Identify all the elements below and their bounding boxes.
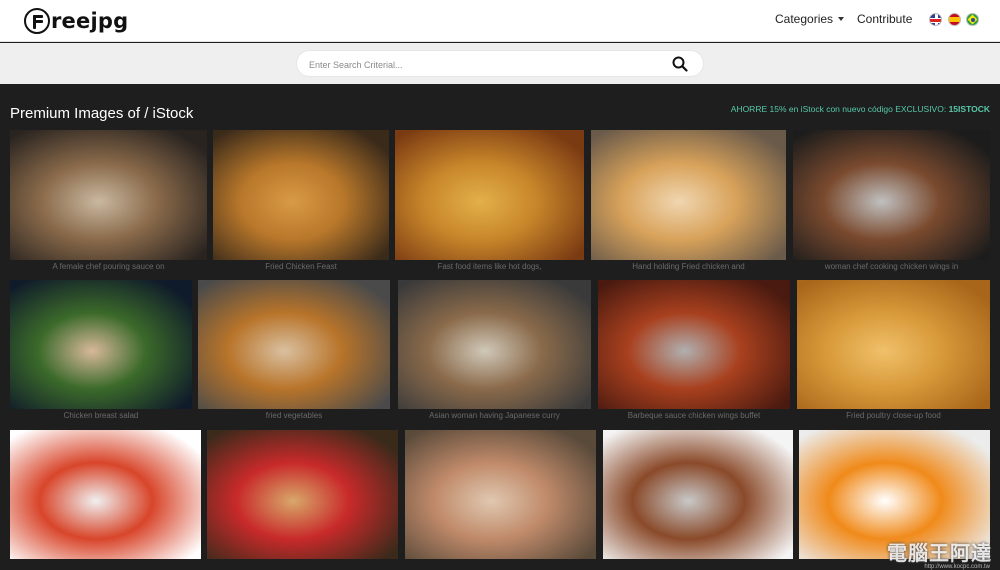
site-logo[interactable]: reejpg — [24, 7, 128, 35]
spain-flag-icon[interactable] — [948, 13, 961, 26]
image-thumbnail[interactable] — [10, 430, 201, 559]
watermark-url: http://www.kocpc.com.tw — [924, 564, 990, 570]
nav-categories-label: Categories — [775, 12, 834, 26]
image-thumbnail[interactable] — [398, 280, 591, 409]
uk-flag-icon[interactable] — [929, 13, 942, 26]
image-caption[interactable]: A female chef pouring sauce on — [10, 262, 207, 271]
image-thumbnail[interactable] — [198, 280, 390, 409]
image-thumbnail[interactable] — [207, 430, 398, 559]
search-bar — [0, 43, 1000, 84]
image-caption[interactable]: Barbeque sauce chicken wings buffet — [598, 411, 790, 420]
caret-down-icon — [838, 17, 845, 21]
promo-code: 15ISTOCK — [948, 104, 990, 114]
image-thumbnail[interactable] — [598, 280, 790, 409]
brazil-flag-icon[interactable] — [966, 13, 979, 26]
promo-text: AHORRE 15% en iStock con nuevo código EX… — [730, 104, 949, 114]
image-thumbnail[interactable] — [797, 280, 990, 409]
image-thumbnail[interactable] — [591, 130, 786, 260]
image-thumbnail[interactable] — [10, 280, 192, 409]
image-caption[interactable]: fried vegetables — [198, 411, 390, 420]
image-thumbnail[interactable] — [793, 130, 990, 260]
search-icon[interactable] — [672, 56, 688, 72]
watermark-text: 電腦王阿達 — [887, 541, 992, 565]
image-thumbnail[interactable] — [405, 430, 596, 559]
nav-categories-dropdown[interactable]: Categories — [775, 12, 845, 26]
search-box — [296, 50, 704, 77]
image-thumbnail[interactable] — [213, 130, 389, 260]
image-thumbnail[interactable] — [603, 430, 793, 559]
search-input[interactable] — [309, 55, 659, 74]
logo-text: reejpg — [51, 9, 129, 33]
image-caption[interactable]: Fried poultry close-up food — [797, 411, 990, 420]
image-caption[interactable]: woman chef cooking chicken wings in — [793, 262, 990, 271]
image-caption[interactable]: Chicken breast salad — [10, 411, 192, 420]
image-caption[interactable]: Asian woman having Japanese curry — [398, 411, 591, 420]
logo-icon — [24, 8, 50, 34]
image-caption[interactable]: Fried Chicken Feast — [213, 262, 389, 271]
top-header: reejpg Categories Contribute — [0, 0, 1000, 42]
promo-banner[interactable]: AHORRE 15% en iStock con nuevo código EX… — [731, 104, 990, 114]
image-thumbnail[interactable] — [10, 130, 207, 260]
image-caption[interactable]: Hand holding Fried chicken and — [591, 262, 786, 271]
page-title: Premium Images of / iStock — [10, 105, 194, 122]
image-thumbnail[interactable] — [395, 130, 584, 260]
nav-contribute-link[interactable]: Contribute — [857, 12, 912, 26]
image-caption[interactable]: Fast food items like hot dogs, — [395, 262, 584, 271]
